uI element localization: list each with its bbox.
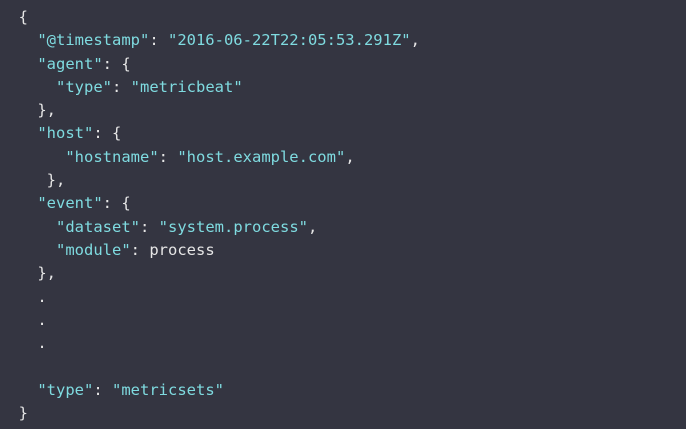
code-token-punct: }, bbox=[46, 171, 66, 190]
code-token-key: "@timestamp" bbox=[37, 31, 150, 50]
code-token-punct: : { bbox=[93, 124, 122, 143]
code-token-key: "type" bbox=[56, 77, 112, 96]
code-token-dot: . bbox=[37, 310, 47, 329]
code-line: { bbox=[0, 6, 686, 29]
code-token-punct: }, bbox=[37, 264, 56, 283]
code-token-punct: : bbox=[149, 31, 168, 50]
code-line: . bbox=[0, 286, 686, 309]
code-line: "event": { bbox=[0, 192, 686, 215]
code-lines: { "@timestamp": "2016-06-22T22:05:53.291… bbox=[0, 6, 686, 425]
code-token-dot: . bbox=[37, 287, 47, 306]
code-token-plain: process bbox=[149, 240, 215, 259]
code-token-punct: : bbox=[158, 147, 178, 166]
code-token-str: "2016-06-22T22:05:53.291Z" bbox=[167, 31, 411, 50]
code-line: } bbox=[0, 402, 686, 425]
code-line: . bbox=[0, 309, 686, 332]
code-token-punct: { bbox=[18, 8, 29, 26]
code-token-punct: }, bbox=[37, 101, 56, 120]
code-token-key: "dataset" bbox=[56, 217, 140, 236]
code-token-key: "host" bbox=[37, 124, 94, 143]
code-line: "dataset": "system.process", bbox=[0, 216, 686, 239]
code-line: "hostname": "host.example.com", bbox=[0, 146, 686, 169]
code-line: . bbox=[0, 332, 686, 355]
code-token-key: "type" bbox=[37, 380, 94, 399]
code-token-punct: : bbox=[112, 77, 131, 96]
code-token-key: "hostname" bbox=[65, 147, 159, 166]
code-token-str: "system.process" bbox=[158, 217, 308, 236]
code-token-punct: : { bbox=[102, 54, 131, 73]
code-line: "type": "metricsets" bbox=[0, 379, 686, 402]
code-line: "type": "metricbeat" bbox=[0, 76, 686, 99]
code-token-dot: . bbox=[37, 334, 47, 353]
json-code-block: { "@timestamp": "2016-06-22T22:05:53.291… bbox=[0, 0, 686, 429]
code-token-punct: } bbox=[18, 404, 29, 423]
code-token-punct: : bbox=[140, 217, 159, 236]
code-token-key: "module" bbox=[56, 240, 131, 259]
code-token-str: "metricbeat" bbox=[130, 77, 243, 96]
code-token-punct: , bbox=[410, 31, 420, 50]
code-token-punct: , bbox=[307, 217, 318, 236]
code-line: }, bbox=[0, 262, 686, 285]
code-token-punct: : { bbox=[102, 194, 131, 213]
code-token-key: "event" bbox=[37, 194, 103, 213]
code-line: "agent": { bbox=[0, 53, 686, 76]
code-line: }, bbox=[0, 99, 686, 122]
code-token-punct: , bbox=[345, 147, 355, 166]
code-token-key: "agent" bbox=[37, 54, 103, 73]
code-token-str: "metricsets" bbox=[112, 380, 224, 399]
code-line: "@timestamp": "2016-06-22T22:05:53.291Z"… bbox=[0, 29, 686, 52]
code-token-punct: : bbox=[93, 380, 112, 399]
code-line: }, bbox=[0, 169, 686, 192]
code-line: "host": { bbox=[0, 122, 686, 145]
code-token-punct: : bbox=[130, 240, 150, 259]
code-token-str: "host.example.com" bbox=[177, 147, 346, 166]
code-line: "module": process bbox=[0, 239, 686, 262]
